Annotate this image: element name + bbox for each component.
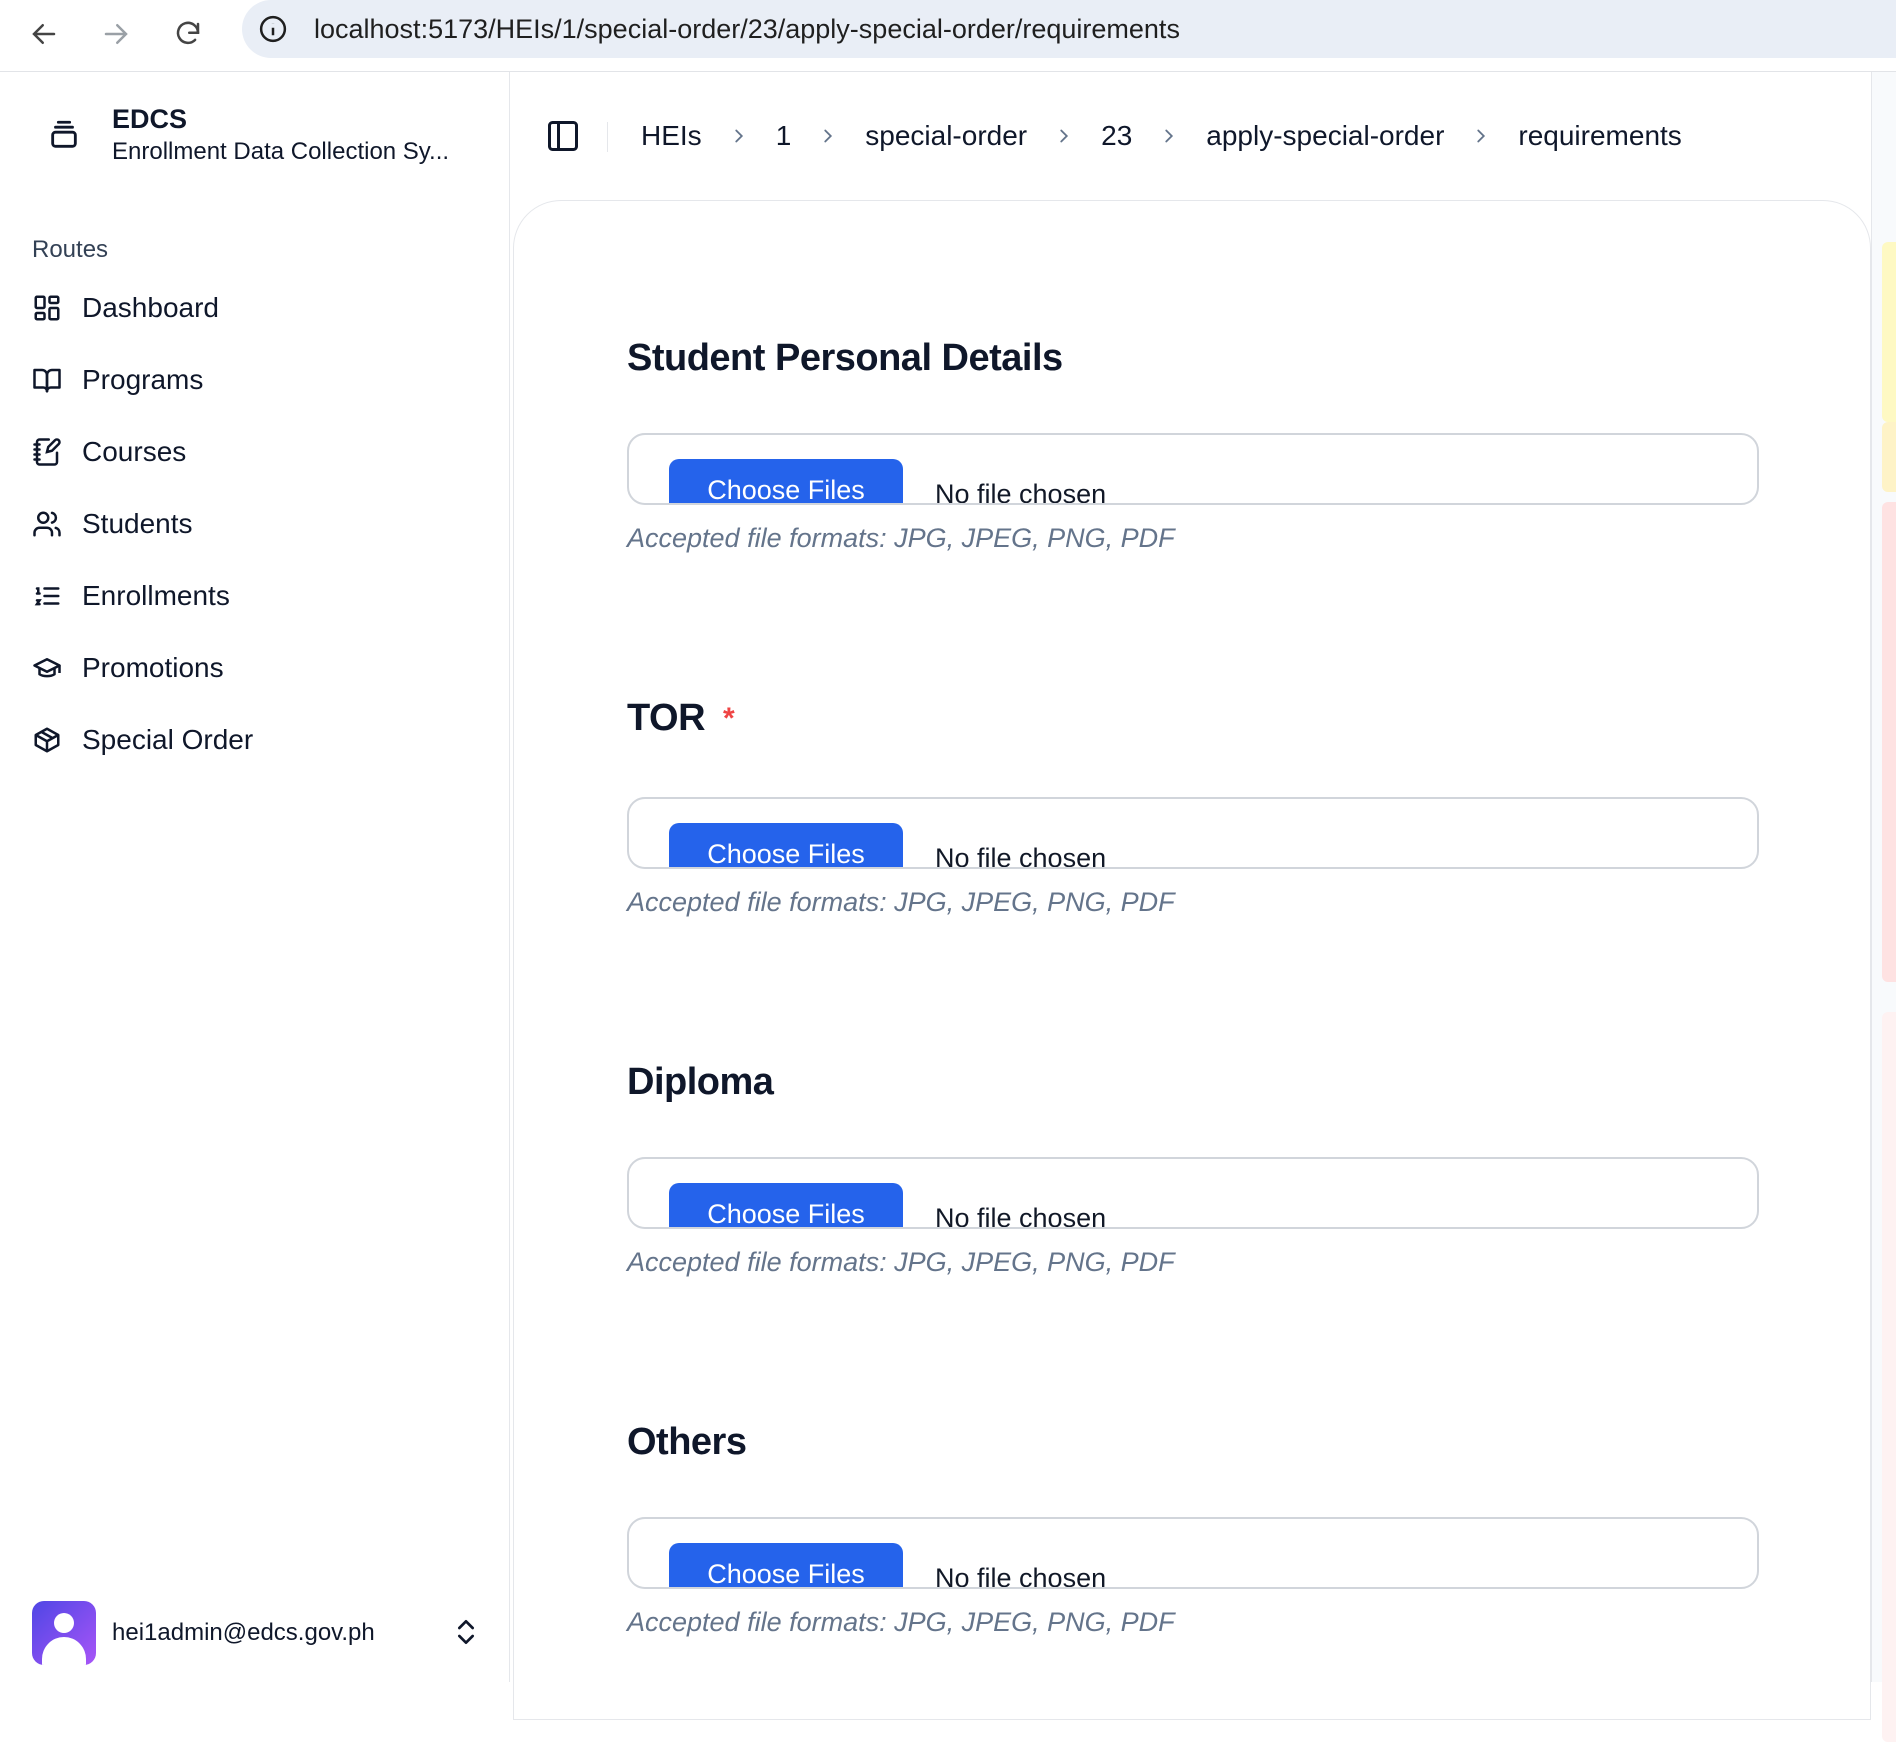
sidebar-item-dashboard[interactable]: Dashboard — [24, 272, 494, 344]
sidebar-item-label: Special Order — [82, 724, 254, 755]
choose-files-button[interactable]: Choose Files — [669, 1183, 903, 1227]
section-others: Others Choose Files No file chosen Accep… — [627, 1421, 1759, 1637]
sidebar-item-programs[interactable]: Programs — [24, 344, 494, 416]
sidebar-item-promotions[interactable]: Promotions — [24, 632, 494, 704]
reload-icon — [176, 21, 200, 45]
chevron-right-icon — [824, 129, 833, 143]
choose-files-button[interactable]: Choose Files — [669, 459, 903, 503]
devtools-edge-panel — [1871, 72, 1896, 1742]
sidebar-item-label: Students — [82, 508, 193, 539]
file-status: No file chosen — [935, 479, 1107, 505]
breadcrumb-item[interactable]: HEIs — [641, 120, 702, 152]
breadcrumb-item[interactable]: 1 — [776, 120, 792, 152]
section-title: TOR * — [627, 697, 735, 739]
chevrons-up-down-icon — [458, 1620, 474, 1644]
breadcrumb-item[interactable]: apply-special-order — [1206, 120, 1444, 152]
users-icon — [33, 511, 61, 537]
user-menu[interactable]: hei1admin@edcs.gov.ph — [32, 1600, 482, 1666]
header-divider — [607, 122, 608, 152]
brand-title: EDCS — [112, 104, 188, 134]
breadcrumb: HEIs 1 special-order 23 apply-special-or… — [641, 116, 1682, 156]
edge-highlight — [1882, 502, 1896, 982]
chevron-right-icon — [735, 129, 743, 143]
dashboard-icon — [34, 295, 60, 321]
requirements-form: Student Personal Details Choose Files No… — [513, 200, 1871, 1720]
accepted-formats-hint: Accepted file formats: JPG, JPEG, PNG, P… — [627, 523, 1175, 553]
section-tor: TOR * Choose Files No file chosen Accepte… — [627, 697, 1759, 917]
choose-files-button[interactable]: Choose Files — [669, 823, 903, 867]
avatar — [32, 1601, 96, 1665]
sidebar-item-label: Dashboard — [82, 292, 219, 323]
file-input-student-personal-details[interactable]: Choose Files No file chosen — [627, 433, 1759, 505]
required-indicator: * — [723, 701, 735, 735]
file-status: No file chosen — [935, 843, 1107, 869]
forward-button[interactable] — [88, 6, 144, 62]
accepted-formats-hint: Accepted file formats: JPG, JPEG, PNG, P… — [627, 1607, 1175, 1637]
edge-highlight — [1882, 1012, 1896, 1742]
brand-subtitle: Enrollment Data Collection Sy... — [112, 138, 450, 165]
accepted-formats-hint: Accepted file formats: JPG, JPEG, PNG, P… — [627, 1247, 1175, 1277]
address-bar[interactable]: localhost:5173/HEIs/1/special-order/23/a… — [242, 0, 1896, 58]
sidebar-item-enrollments[interactable]: Enrollments — [24, 560, 494, 632]
edge-highlight — [1882, 242, 1896, 422]
breadcrumb-item[interactable]: special-order — [865, 120, 1027, 152]
layers-icon — [32, 103, 96, 167]
sidebar-item-courses[interactable]: Courses — [24, 416, 494, 488]
sidebar-item-label: Courses — [82, 436, 187, 467]
reload-button[interactable] — [160, 6, 216, 62]
main-header: HEIs 1 special-order 23 apply-special-or… — [511, 72, 1871, 200]
sidebar-toggle-icon[interactable] — [545, 118, 581, 154]
site-info-icon[interactable] — [256, 12, 290, 46]
sidebar-item-special-order[interactable]: Special Order — [24, 704, 494, 776]
arrow-right-icon — [104, 24, 128, 44]
sidebar-item-label: Enrollments — [82, 580, 230, 611]
file-status: No file chosen — [935, 1203, 1107, 1229]
sidebar-nav: Dashboard Programs Courses Students Enro… — [24, 272, 494, 776]
sidebar-item-label: Promotions — [82, 652, 224, 683]
choose-files-button[interactable]: Choose Files — [669, 1543, 903, 1587]
chevron-right-icon — [1165, 129, 1174, 143]
section-title: Diploma — [627, 1061, 774, 1103]
chevron-right-icon — [1060, 129, 1069, 143]
section-student-personal-details: Student Personal Details Choose Files No… — [627, 337, 1759, 553]
url-text[interactable]: localhost:5173/HEIs/1/special-order/23/a… — [314, 14, 1180, 45]
file-status: No file chosen — [935, 1563, 1107, 1589]
sidebar-item-students[interactable]: Students — [24, 488, 494, 560]
breadcrumb-item[interactable]: 23 — [1101, 120, 1132, 152]
edge-highlight — [1882, 422, 1896, 492]
file-input-tor[interactable]: Choose Files No file chosen — [627, 797, 1759, 869]
file-input-others[interactable]: Choose Files No file chosen — [627, 1517, 1759, 1589]
box-icon — [34, 727, 60, 753]
back-button[interactable] — [16, 6, 72, 62]
sidebar-item-label: Programs — [82, 364, 204, 395]
section-title: Student Personal Details — [627, 337, 1063, 379]
brand[interactable]: EDCS Enrollment Data Collection Sy... — [32, 102, 449, 168]
book-open-icon — [33, 368, 61, 393]
browser-toolbar: localhost:5173/HEIs/1/special-order/23/a… — [0, 0, 1896, 72]
breadcrumb-item-current: requirements — [1518, 120, 1682, 151]
sidebar: EDCS Enrollment Data Collection Sy... Ro… — [0, 72, 510, 1682]
section-title: Others — [627, 1421, 747, 1463]
arrow-left-icon — [32, 24, 56, 44]
notebook-pen-icon — [33, 438, 61, 466]
accepted-formats-hint: Accepted file formats: JPG, JPEG, PNG, P… — [627, 887, 1175, 917]
list-ordered-icon — [34, 587, 60, 606]
graduation-cap-icon — [33, 658, 61, 678]
file-input-diploma[interactable]: Choose Files No file chosen — [627, 1157, 1759, 1229]
section-diploma: Diploma Choose Files No file chosen Acce… — [627, 1061, 1759, 1277]
chevron-right-icon — [1477, 129, 1486, 143]
user-email: hei1admin@edcs.gov.ph — [112, 1619, 375, 1646]
routes-group-label: Routes — [32, 236, 109, 263]
